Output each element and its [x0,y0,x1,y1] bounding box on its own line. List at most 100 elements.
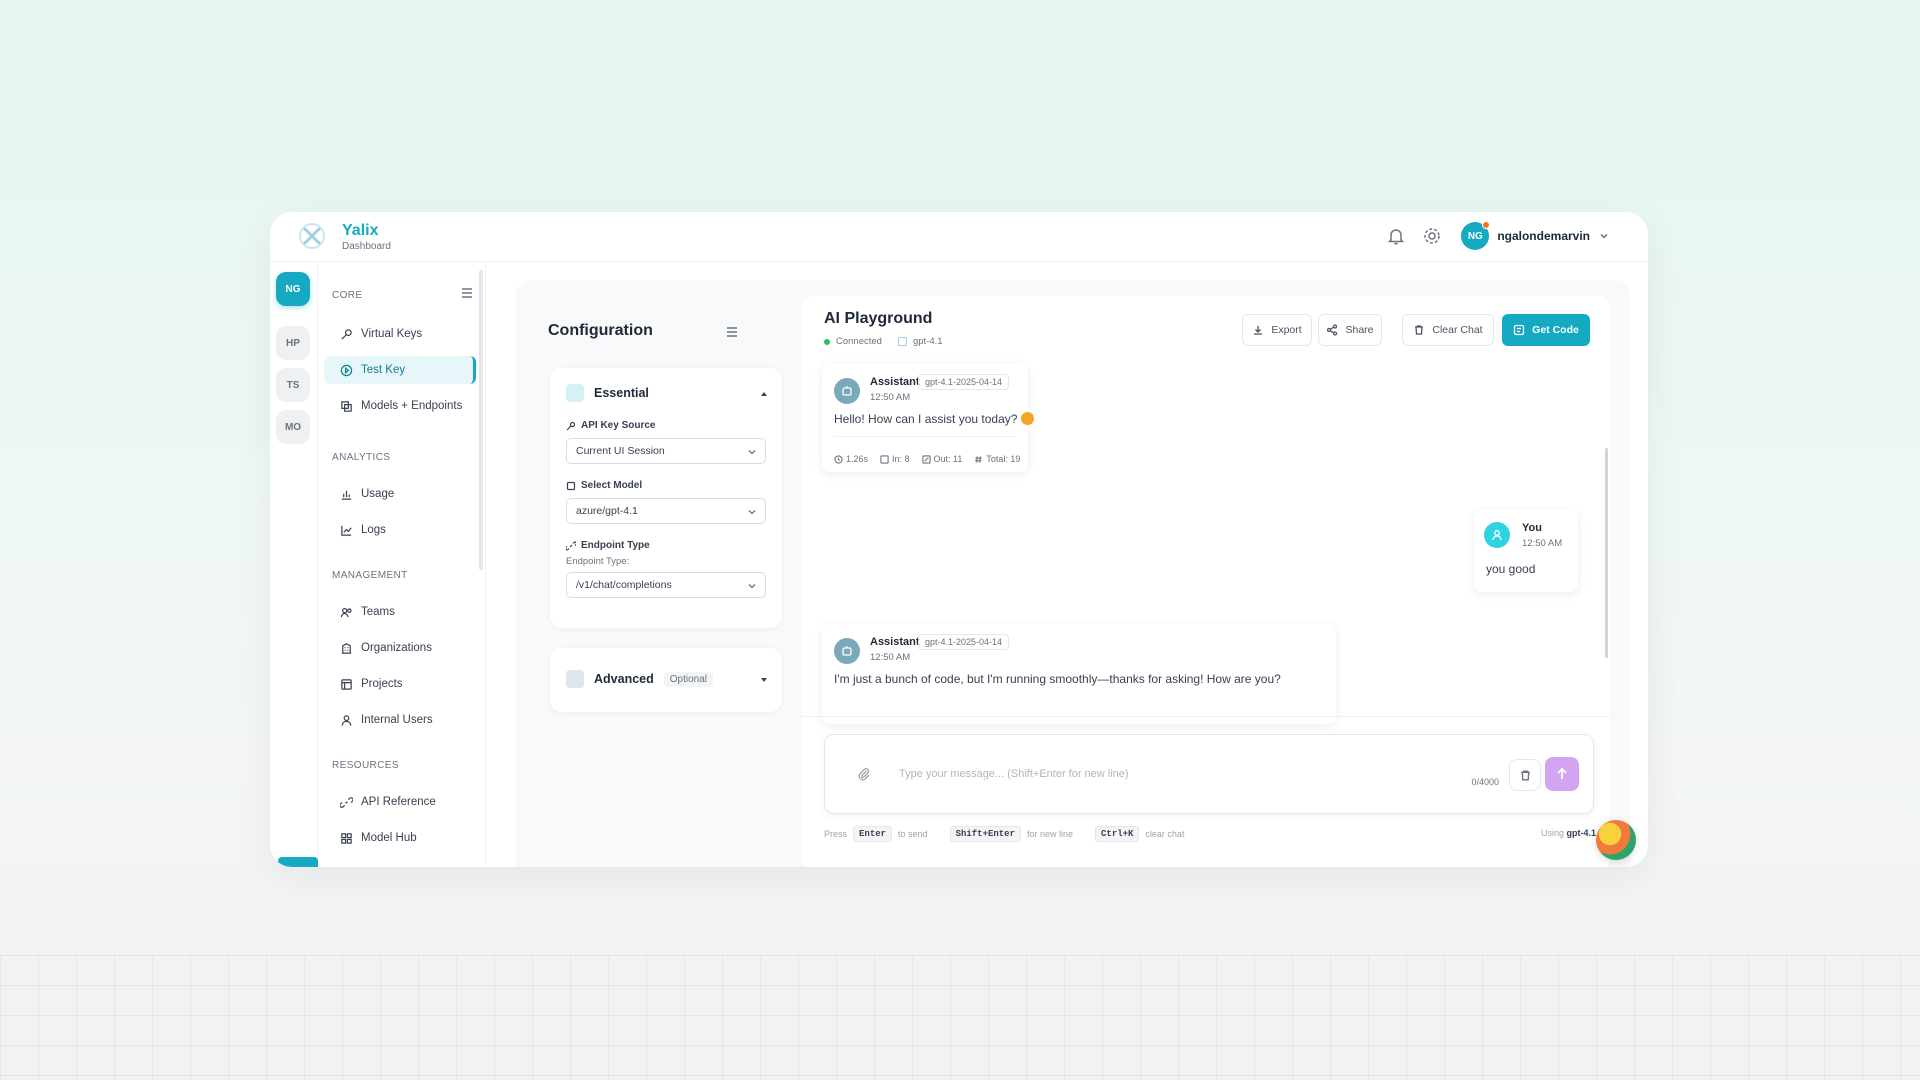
key-icon [341,328,352,340]
assistant-message: Assistant gpt-4.1-2025-04-14 12:50 AM I'… [822,624,1336,724]
floating-assistant-icon[interactable] [1596,820,1636,860]
sidebar-item-api-reference[interactable]: API Reference [324,788,476,816]
assistant-message: Assistant gpt-4.1-2025-04-14 12:50 AM He… [822,364,1035,472]
sidebar-item-projects[interactable]: Projects [324,670,476,698]
users-icon [340,607,352,617]
background-grid-floor [0,955,1920,1080]
sidebar-item-organizations[interactable]: Organizations [324,634,476,662]
input-tokens-stat: In: 8 [880,454,910,464]
api-key-source-select[interactable]: Current UI Session [566,438,766,464]
message-text: Hello! How can I assist you today? [834,412,1035,426]
composer-divider [802,716,1610,717]
essential-card: Essential API Key Source Current UI Sess… [550,368,782,628]
sidebar-item-usage[interactable]: Usage [324,480,476,508]
optional-badge: Optional [663,671,713,687]
user-name: ngalondemarvin [1497,229,1590,243]
caret-up-icon[interactable] [760,390,768,398]
app-window: Yalix Dashboard NG ngalondemarvin NG HP … [270,212,1648,867]
essential-icon [566,384,584,402]
essential-header[interactable]: Essential [566,384,649,402]
endpoint-type-label: Endpoint Type [566,540,650,551]
message-model-chip: gpt-4.1-2025-04-14 [918,374,1010,390]
latency-stat: 1.26s [834,454,868,464]
keyboard-hints: Press Enter to send Shift+Enter for new … [824,826,1184,842]
chat-scrollbar[interactable] [1605,448,1608,658]
user-avatar: NG [1461,221,1491,250]
building-icon [341,642,352,654]
chevron-down-icon [1600,233,1608,239]
clear-input-button[interactable] [1509,759,1541,791]
link-icon [340,796,353,808]
advanced-header[interactable]: Advanced Optional [566,670,713,688]
assistant-avatar [834,378,860,404]
grid-icon [341,832,352,844]
workspace-ts[interactable]: TS [276,368,310,402]
cube-icon [341,400,352,412]
advanced-icon [566,670,584,688]
trash-icon [1415,325,1424,335]
bell-icon[interactable] [1386,226,1406,246]
chevron-down-icon [748,450,756,455]
essential-title: Essential [594,386,649,400]
gear-icon[interactable] [1422,226,1442,246]
brand-name: Yalix [342,222,379,239]
model-select[interactable]: azure/gpt-4.1 [566,498,766,524]
connection-status: Connected gpt-4.1 [824,336,943,347]
chat-panel: AI Playground Connected gpt-4.1 Export S… [802,296,1610,867]
clock-icon [834,454,843,464]
user-menu[interactable]: NG ngalondemarvin [1461,221,1610,250]
notification-dot [1482,221,1491,229]
playground-title: AI Playground [824,310,933,327]
using-model: Using gpt-4.1 [1540,828,1596,838]
clear-chat-button[interactable]: Clear Chat [1402,314,1494,346]
top-bar: Yalix Dashboard NG ngalondemarvin [270,212,1648,262]
sidebar-item-test-key[interactable]: Test Key [324,356,476,384]
play-circle-icon [340,364,353,376]
sidebar-item-internal-users[interactable]: Internal Users [324,706,476,734]
sidebar: CORE Virtual Keys Test Key Models + Endp… [318,262,486,867]
workspace-mo[interactable]: MO [276,410,310,444]
workspace-hp[interactable]: HP [276,326,310,360]
export-button[interactable]: Export [1242,314,1312,346]
share-icon [1327,324,1338,336]
bar-chart-icon [341,490,352,500]
trash-icon [1520,769,1530,781]
workspace-ng[interactable]: NG [276,272,310,306]
hash-icon [975,455,983,463]
advanced-title: Advanced [594,672,654,686]
link-icon [566,541,576,550]
yalix-logo-icon [299,223,325,249]
output-icon [921,454,931,464]
paperclip-icon[interactable] [857,767,871,781]
sidebar-item-models-endpoints[interactable]: Models + Endpoints [324,392,476,420]
share-button[interactable]: Share [1318,314,1382,346]
chip-icon [566,481,576,490]
sidebar-item-model-hub[interactable]: Model Hub [324,824,476,852]
endpoint-type-sublabel: Endpoint Type: [566,556,630,567]
endpoint-type-select[interactable]: /v1/chat/completions [566,572,766,598]
sidebar-item-teams[interactable]: Teams [324,598,476,626]
config-menu-icon[interactable] [724,324,740,340]
sidebar-item-logs[interactable]: Logs [324,516,476,544]
advanced-card[interactable]: Advanced Optional [550,648,782,712]
send-button[interactable] [1545,757,1579,791]
sidebar-item-virtual-keys[interactable]: Virtual Keys [324,320,476,348]
sidebar-scrollbar[interactable] [479,270,483,570]
message-composer: 0/4000 [824,734,1594,814]
bot-icon [842,646,852,656]
caret-down-icon[interactable] [760,676,768,684]
assistant-avatar [834,638,860,664]
arrow-up-icon [1557,767,1567,779]
chevron-down-icon [748,584,756,589]
workspace-rail: NG HP TS MO [270,262,318,867]
rail-bottom-tab[interactable] [278,857,318,867]
message-author: You [1522,522,1542,534]
message-model-chip: gpt-4.1-2025-04-14 [918,634,1010,650]
message-input[interactable] [899,763,1419,785]
get-code-button[interactable]: Get Code [1502,314,1590,346]
message-author: Assistant [870,376,920,388]
collapse-menu-icon[interactable] [460,286,474,300]
input-icon [880,454,889,464]
user-icon [341,714,352,726]
brand-subtitle: Dashboard [342,241,391,252]
